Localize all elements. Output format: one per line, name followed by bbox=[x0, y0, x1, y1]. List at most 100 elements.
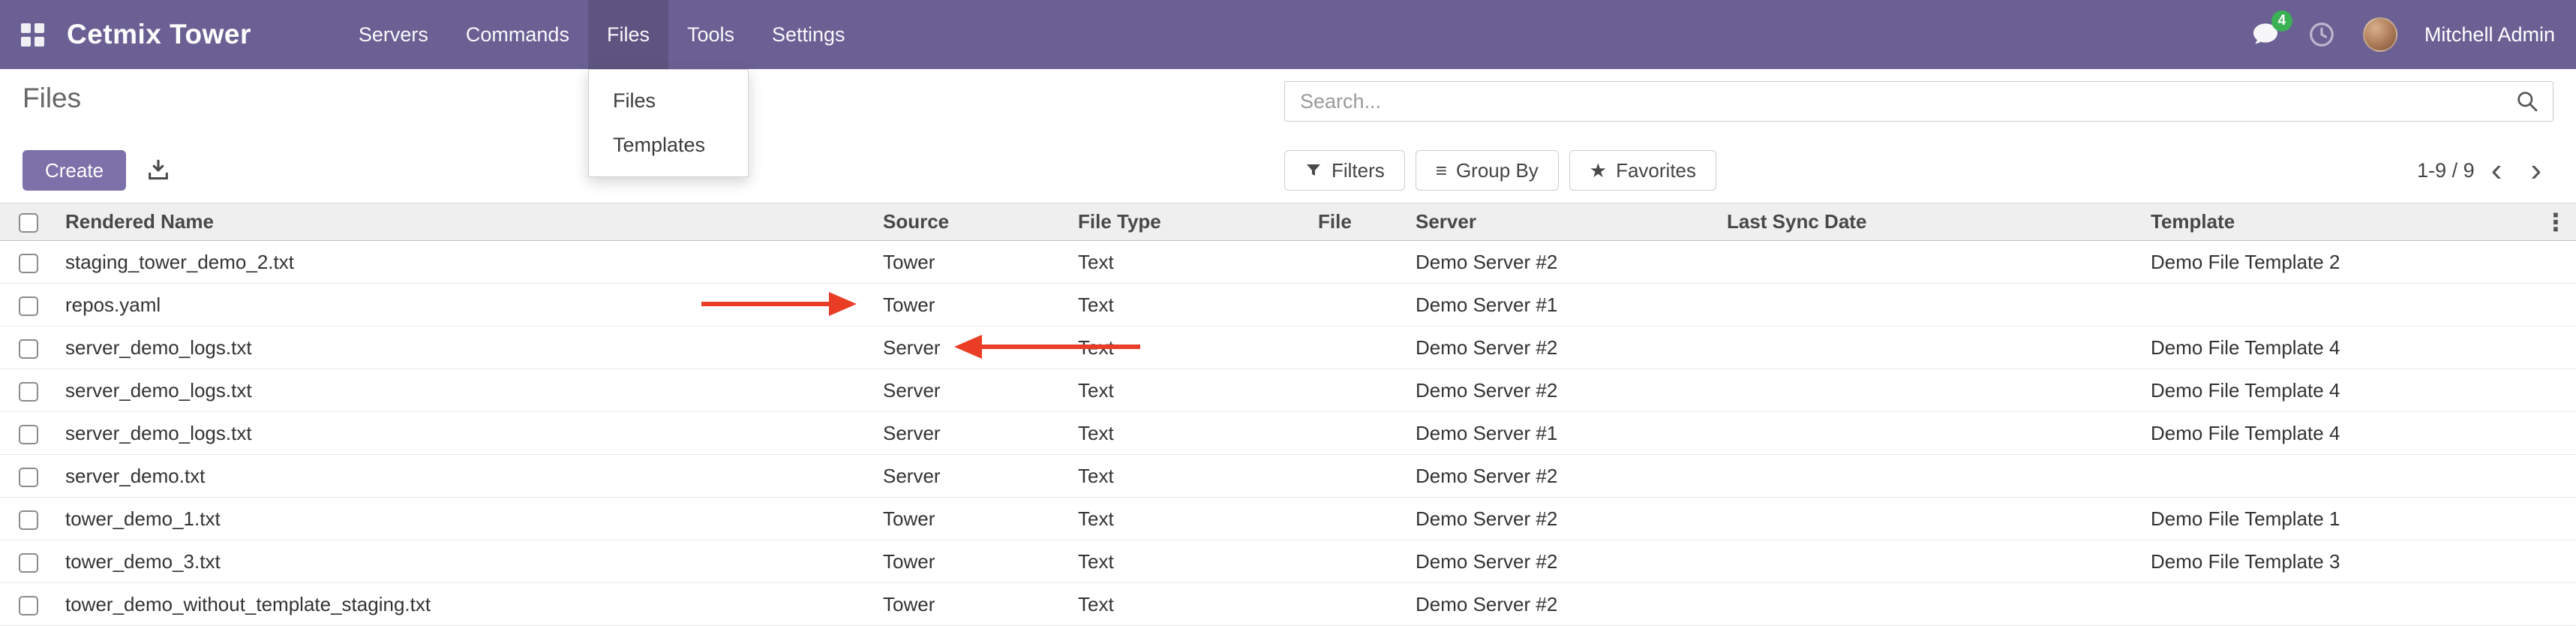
row-checkbox[interactable] bbox=[19, 553, 38, 573]
cell-file[interactable] bbox=[1309, 369, 1407, 412]
table-row[interactable]: server_demo_logs.txtServerText Demo Serve… bbox=[0, 412, 2576, 455]
cell-file-type[interactable]: Text bbox=[1069, 369, 1309, 412]
cell-template[interactable]: Demo File Template 2 bbox=[2142, 241, 2535, 284]
cell-template[interactable]: Demo File Template 4 bbox=[2142, 412, 2535, 455]
cell-source[interactable]: Server bbox=[874, 369, 1069, 412]
cell-source[interactable]: Tower bbox=[874, 498, 1069, 540]
row-checkbox[interactable] bbox=[19, 382, 38, 402]
cell-last-sync-date[interactable] bbox=[1718, 455, 2142, 498]
cell-file[interactable] bbox=[1309, 455, 1407, 498]
cell-last-sync-date[interactable] bbox=[1718, 327, 2142, 369]
cell-template[interactable] bbox=[2142, 284, 2535, 327]
cell-server[interactable]: Demo Server #2 bbox=[1407, 241, 1718, 284]
dropdown-item-templates[interactable]: Templates bbox=[589, 123, 748, 167]
cell-rendered-name[interactable]: staging_tower_demo_2.txt bbox=[56, 241, 874, 284]
cell-server[interactable]: Demo Server #2 bbox=[1407, 540, 1718, 583]
table-row[interactable]: server_demo_logs.txtServerText Demo Serve… bbox=[0, 327, 2576, 369]
cell-rendered-name[interactable]: tower_demo_without_template_staging.txt bbox=[56, 583, 874, 626]
cell-file[interactable] bbox=[1309, 241, 1407, 284]
user-name[interactable]: Mitchell Admin bbox=[2424, 23, 2555, 47]
row-checkbox[interactable] bbox=[19, 510, 38, 530]
messages-button[interactable]: 4 bbox=[2250, 20, 2280, 50]
cell-source[interactable]: Tower bbox=[874, 241, 1069, 284]
user-avatar[interactable] bbox=[2363, 17, 2397, 52]
table-row[interactable]: tower_demo_without_template_staging.txtT… bbox=[0, 583, 2576, 626]
cell-server[interactable]: Demo Server #2 bbox=[1407, 498, 1718, 540]
app-brand[interactable]: Cetmix Tower bbox=[67, 19, 251, 50]
column-header-template[interactable]: Template bbox=[2142, 203, 2535, 241]
table-row[interactable]: staging_tower_demo_2.txtTowerText Demo Se… bbox=[0, 241, 2576, 284]
column-header-last-sync-date[interactable]: Last Sync Date bbox=[1718, 203, 2142, 241]
dropdown-item-files[interactable]: Files bbox=[589, 79, 748, 123]
row-checkbox[interactable] bbox=[19, 425, 38, 444]
cell-server[interactable]: Demo Server #2 bbox=[1407, 583, 1718, 626]
cell-rendered-name[interactable]: server_demo_logs.txt bbox=[56, 412, 874, 455]
favorites-button[interactable]: ★ Favorites bbox=[1569, 150, 1716, 191]
pager-previous-button[interactable]: ‹ bbox=[2479, 154, 2514, 187]
cell-file-type[interactable]: Text bbox=[1069, 241, 1309, 284]
search-input[interactable] bbox=[1299, 89, 2515, 114]
column-header-file[interactable]: File bbox=[1309, 203, 1407, 241]
cell-last-sync-date[interactable] bbox=[1718, 412, 2142, 455]
cell-source[interactable]: Tower bbox=[874, 540, 1069, 583]
cell-rendered-name[interactable]: server_demo_logs.txt bbox=[56, 327, 874, 369]
cell-last-sync-date[interactable] bbox=[1718, 583, 2142, 626]
select-all-checkbox[interactable] bbox=[19, 213, 38, 233]
optional-columns-toggle[interactable]: ⋮ bbox=[2535, 203, 2576, 241]
cell-file[interactable] bbox=[1309, 540, 1407, 583]
apps-menu-icon[interactable] bbox=[21, 23, 44, 47]
table-row[interactable]: repos.yamlTowerTextDemo Server #1 bbox=[0, 284, 2576, 327]
cell-file[interactable] bbox=[1309, 284, 1407, 327]
menu-tools[interactable]: Tools bbox=[668, 0, 753, 69]
cell-source[interactable]: Tower bbox=[874, 583, 1069, 626]
cell-file-type[interactable]: Text bbox=[1069, 583, 1309, 626]
cell-template[interactable]: Demo File Template 4 bbox=[2142, 327, 2535, 369]
cell-rendered-name[interactable]: repos.yaml bbox=[56, 284, 874, 327]
group-by-button[interactable]: ≡ Group By bbox=[1416, 150, 1559, 191]
cell-rendered-name[interactable]: server_demo_logs.txt bbox=[56, 369, 874, 412]
cell-file-type[interactable]: Text bbox=[1069, 455, 1309, 498]
cell-template[interactable]: Demo File Template 1 bbox=[2142, 498, 2535, 540]
cell-rendered-name[interactable]: tower_demo_3.txt bbox=[56, 540, 874, 583]
cell-rendered-name[interactable]: server_demo.txt bbox=[56, 455, 874, 498]
cell-server[interactable]: Demo Server #2 bbox=[1407, 455, 1718, 498]
row-checkbox[interactable] bbox=[19, 596, 38, 615]
table-row[interactable]: server_demo.txtServerText Demo Server #2 bbox=[0, 455, 2576, 498]
cell-template[interactable]: Demo File Template 4 bbox=[2142, 369, 2535, 412]
row-checkbox[interactable] bbox=[19, 254, 38, 273]
cell-file-type[interactable]: Text bbox=[1069, 327, 1309, 369]
menu-commands[interactable]: Commands bbox=[447, 0, 588, 69]
cell-last-sync-date[interactable] bbox=[1718, 498, 2142, 540]
cell-server[interactable]: Demo Server #1 bbox=[1407, 412, 1718, 455]
pager-next-button[interactable]: › bbox=[2518, 154, 2553, 187]
column-header-source[interactable]: Source bbox=[874, 203, 1069, 241]
activities-button[interactable] bbox=[2307, 20, 2336, 49]
menu-settings[interactable]: Settings bbox=[753, 0, 864, 69]
cell-server[interactable]: Demo Server #2 bbox=[1407, 327, 1718, 369]
column-header-server[interactable]: Server bbox=[1407, 203, 1718, 241]
import-button[interactable] bbox=[141, 153, 176, 188]
cell-last-sync-date[interactable] bbox=[1718, 284, 2142, 327]
row-checkbox[interactable] bbox=[19, 468, 38, 487]
table-row[interactable]: tower_demo_1.txtTowerText Demo Server #2 D… bbox=[0, 498, 2576, 540]
row-checkbox[interactable] bbox=[19, 296, 38, 316]
cell-source[interactable]: Server bbox=[874, 412, 1069, 455]
row-checkbox[interactable] bbox=[19, 339, 38, 359]
cell-source[interactable]: Server bbox=[874, 455, 1069, 498]
cell-rendered-name[interactable]: tower_demo_1.txt bbox=[56, 498, 874, 540]
cell-template[interactable] bbox=[2142, 455, 2535, 498]
cell-template[interactable] bbox=[2142, 583, 2535, 626]
cell-source[interactable]: Tower bbox=[874, 284, 1069, 327]
cell-file[interactable] bbox=[1309, 412, 1407, 455]
column-header-file-type[interactable]: File Type bbox=[1069, 203, 1309, 241]
cell-file[interactable] bbox=[1309, 327, 1407, 369]
cell-file[interactable] bbox=[1309, 498, 1407, 540]
cell-server[interactable]: Demo Server #2 bbox=[1407, 369, 1718, 412]
cell-file-type[interactable]: Text bbox=[1069, 498, 1309, 540]
menu-servers[interactable]: Servers bbox=[340, 0, 447, 69]
menu-files[interactable]: Files Files Templates bbox=[588, 0, 668, 69]
cell-file-type[interactable]: Text bbox=[1069, 284, 1309, 327]
cell-file-type[interactable]: Text bbox=[1069, 412, 1309, 455]
search-icon[interactable] bbox=[2515, 89, 2539, 113]
cell-source[interactable]: Server bbox=[874, 327, 1069, 369]
